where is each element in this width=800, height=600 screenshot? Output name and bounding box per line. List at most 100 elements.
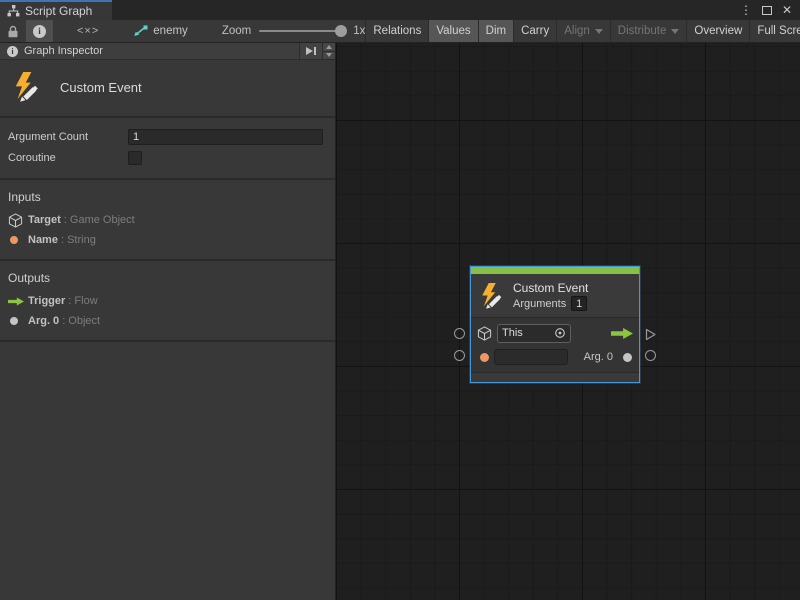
window-menu-icon[interactable]: ⋮ (740, 4, 752, 16)
align-button[interactable]: Align (556, 20, 610, 42)
outputs-heading: Outputs (0, 268, 335, 291)
relations-button[interactable]: Relations (365, 20, 428, 42)
carry-label: Carry (521, 25, 549, 37)
input-port-trigger[interactable] (454, 328, 465, 339)
zoom-control: Zoom 1x (222, 20, 366, 42)
script-graph-icon (133, 25, 148, 37)
input-port-name[interactable] (454, 350, 465, 361)
window-maximize-icon[interactable] (762, 6, 772, 15)
arrow-down-icon (326, 53, 332, 57)
info-icon: i (33, 25, 46, 38)
pin-name: Target (28, 214, 61, 226)
list-item: Trigger : Flow (0, 291, 335, 311)
distribute-button[interactable]: Distribute (610, 20, 687, 42)
tab-title: Script Graph (25, 4, 92, 18)
name-input-dot-icon[interactable] (480, 353, 489, 362)
node-accent-bar (471, 267, 639, 274)
panel-header: i Graph Inspector (0, 43, 335, 60)
values-button[interactable]: Values (428, 20, 477, 42)
scroll-up-button[interactable] (323, 43, 335, 52)
fullscreen-label: Full Screen (757, 25, 800, 37)
node-arguments-value: 1 (571, 296, 587, 311)
dock-right-icon (305, 46, 317, 56)
inputs-heading: Inputs (0, 187, 335, 210)
info-icon: i (7, 46, 18, 57)
pin-type: : String (61, 234, 96, 246)
dim-button[interactable]: Dim (478, 20, 513, 42)
target-picker-icon (554, 327, 566, 339)
list-item: Arg. 0 : Object (0, 311, 335, 331)
inputs-section: Inputs Target : Game Object Name : Strin… (0, 180, 335, 261)
arg0-output-dot-icon[interactable] (623, 353, 632, 362)
values-label: Values (436, 25, 470, 37)
dim-label: Dim (486, 25, 506, 37)
toolbar-right-group: Relations Values Dim Carry Align Distrib… (365, 20, 800, 42)
target-value: This (502, 327, 523, 339)
fullscreen-button[interactable]: Full Screen (749, 20, 800, 42)
zoom-slider[interactable] (259, 30, 345, 32)
zoom-label: Zoom (222, 25, 251, 37)
cube-icon (8, 213, 23, 228)
custom-event-icon (12, 72, 42, 102)
custom-event-icon (479, 283, 505, 309)
pin-type: : Object (62, 315, 100, 327)
dock-panel-button[interactable] (299, 43, 322, 59)
panel-empty-space (0, 342, 335, 600)
unit-title: Custom Event (60, 80, 142, 95)
zoom-slider-handle[interactable] (335, 25, 347, 37)
custom-event-node[interactable]: Custom Event Arguments 1 This (470, 266, 640, 383)
code-preview-button[interactable]: <×> (53, 20, 123, 42)
object-dot-icon (10, 317, 18, 325)
lock-icon (7, 25, 19, 38)
pin-name: Trigger (28, 295, 65, 307)
zoom-value: 1x (353, 25, 365, 37)
node-header[interactable]: Custom Event Arguments 1 (471, 274, 639, 317)
unit-title-block: Custom Event (0, 60, 335, 118)
inspector-toggle-button[interactable]: i (26, 20, 53, 42)
node-arguments-label: Arguments (513, 296, 566, 312)
argument-count-input[interactable] (128, 129, 323, 145)
overview-button[interactable]: Overview (686, 20, 749, 42)
flow-arrow-icon[interactable] (611, 328, 633, 339)
tab-script-graph[interactable]: Script Graph (0, 0, 112, 20)
panel-title: Graph Inspector (24, 45, 103, 57)
carry-button[interactable]: Carry (513, 20, 556, 42)
coroutine-checkbox[interactable] (128, 151, 142, 165)
graph-tree-icon (7, 5, 20, 17)
title-bar: Script Graph ⋮ ✕ (0, 0, 800, 20)
node-row-arg0: Arg. 0 (477, 345, 633, 369)
node-row-target: This (477, 321, 633, 345)
dropdown-arrow-icon (671, 29, 679, 34)
window-close-icon[interactable]: ✕ (782, 4, 792, 16)
graph-canvas[interactable]: Custom Event Arguments 1 This (336, 43, 800, 600)
pin-type: : Flow (68, 295, 97, 307)
relations-label: Relations (373, 25, 421, 37)
cube-icon (477, 326, 492, 341)
flow-arrow-icon (8, 297, 24, 306)
node-title: Custom Event (513, 280, 588, 296)
coroutine-label: Coroutine (8, 152, 128, 164)
overview-label: Overview (694, 25, 742, 37)
target-this-dropdown[interactable]: This (497, 324, 571, 343)
outputs-section: Outputs Trigger : Flow Arg. 0 : Object (0, 261, 335, 342)
arrow-up-icon (326, 45, 332, 49)
list-item: Name : String (0, 230, 335, 250)
align-label: Align (564, 25, 590, 37)
arg0-label: Arg. 0 (584, 351, 613, 363)
argument-count-label: Argument Count (8, 131, 128, 143)
distribute-label: Distribute (618, 25, 667, 37)
node-body: This (471, 317, 639, 373)
graph-breadcrumb[interactable]: enemy (123, 20, 198, 42)
event-name-input[interactable] (494, 349, 568, 365)
node-footer (471, 373, 639, 382)
output-port-arg0[interactable] (645, 350, 656, 361)
string-dot-icon (10, 236, 18, 244)
output-port-trigger[interactable] (644, 328, 657, 341)
scroll-down-button[interactable] (323, 52, 335, 60)
graph-inspector-panel: i Graph Inspector (0, 43, 336, 600)
pin-name: Name (28, 234, 58, 246)
unit-properties-block: Argument Count Coroutine (0, 118, 335, 180)
pin-name: Arg. 0 (28, 315, 59, 327)
lock-button[interactable] (0, 20, 26, 42)
list-item: Target : Game Object (0, 210, 335, 230)
